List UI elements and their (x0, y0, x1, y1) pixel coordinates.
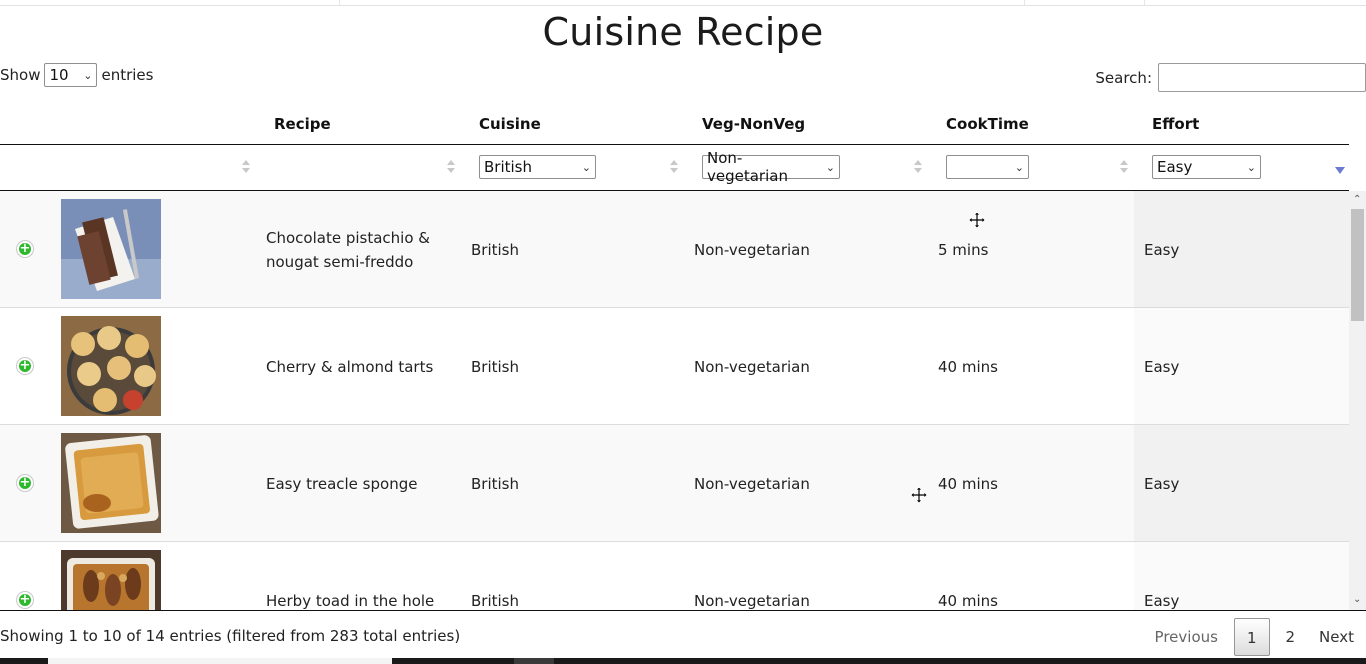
table-bottom-rule (0, 610, 1366, 611)
veg-filter-value: Non-vegetarian (707, 149, 788, 185)
taskbar-strip (0, 658, 1366, 664)
effort-cell: Easy (1144, 592, 1180, 610)
expand-row-icon[interactable]: + (17, 592, 33, 608)
cooktime-cell: 5 mins (938, 241, 989, 259)
cuisine-cell: British (471, 358, 519, 376)
table-row[interactable]: + Herby toad in the hole British Non-veg… (0, 542, 1349, 610)
cooktime-cell: 40 mins (938, 475, 998, 493)
recipe-cell: Easy treacle sponge (266, 475, 418, 493)
effort-cell: Easy (1144, 358, 1180, 376)
veg-cell: Non-vegetarian (694, 358, 810, 376)
entries-label: entries (101, 66, 154, 84)
page-button-1[interactable]: 1 (1233, 618, 1270, 656)
chevron-down-icon: ⌄ (83, 68, 93, 82)
column-header-cuisine[interactable]: Cuisine (479, 115, 541, 133)
tab-segment (0, 0, 340, 5)
chocolate-slice-image (61, 199, 161, 299)
cooktime-cell: 40 mins (938, 358, 998, 376)
table-row[interactable]: + Easy treacle sponge British Non-vegeta… (0, 425, 1349, 542)
veg-filter-select[interactable]: Non-vegetarian ⌄ (702, 149, 840, 185)
column-header-veg[interactable]: Veg-NonVeg (702, 115, 805, 133)
cuisine-filter-select[interactable]: British ⌄ (479, 155, 596, 179)
page-title: Cuisine Recipe (542, 10, 824, 54)
table-header-row: Recipe Cuisine Veg-NonVeg CookTime Effor… (0, 100, 1349, 145)
taskbar-segment (514, 658, 554, 664)
effort-filter-select[interactable]: Easy ⌄ (1152, 155, 1261, 179)
effort-cell: Easy (1144, 241, 1180, 259)
cuisine-cell: British (471, 592, 519, 610)
veg-cell: Non-vegetarian (694, 592, 810, 610)
next-button[interactable]: Next (1307, 617, 1366, 657)
expand-row-icon[interactable]: + (17, 358, 33, 374)
sponge-in-dish-image (61, 433, 161, 533)
chevron-down-icon: ⌄ (825, 160, 835, 174)
previous-button[interactable]: Previous (1143, 617, 1230, 657)
sort-icon[interactable] (242, 158, 250, 176)
veg-cell: Non-vegetarian (694, 475, 810, 493)
show-label: Show (0, 66, 41, 84)
cuisine-filter-value: British (484, 158, 532, 176)
column-header-recipe[interactable]: Recipe (274, 115, 331, 133)
sort-icon[interactable] (670, 158, 678, 176)
sort-desc-icon[interactable] (1335, 167, 1345, 174)
recipe-cell: Cherry & almond tarts (266, 358, 434, 376)
cuisine-cell: British (471, 241, 519, 259)
table-scrollbar[interactable]: ⌃ ⌄ (1349, 191, 1366, 610)
effort-filter-value: Easy (1157, 158, 1193, 176)
cooktime-cell: 40 mins (938, 592, 998, 610)
move-cursor-icon (911, 487, 927, 503)
table-row[interactable]: + Chocolate pistachio & nougat semi-fred… (0, 191, 1349, 308)
toad-in-hole-image (61, 550, 161, 610)
filter-row: British ⌄ Non-vegetarian ⌄ ⌄ Easy ⌄ (0, 145, 1349, 191)
chevron-down-icon: ⌄ (581, 160, 591, 174)
entries-select-value: 10 (49, 66, 69, 84)
page-button-2[interactable]: 2 (1274, 617, 1308, 657)
expand-row-icon[interactable]: + (17, 475, 33, 491)
tarts-on-rack-image (61, 316, 161, 416)
table-info: Showing 1 to 10 of 14 entries (filtered … (0, 627, 461, 645)
taskbar-segment (48, 658, 392, 664)
scrollbar-thumb[interactable] (1351, 209, 1364, 321)
entries-select[interactable]: 10 ⌄ (44, 63, 98, 87)
chevron-down-icon: ⌄ (1014, 160, 1024, 174)
cooktime-filter-select[interactable]: ⌄ (946, 155, 1029, 179)
sort-icon[interactable] (914, 158, 922, 176)
scroll-down-icon[interactable]: ⌄ (1353, 595, 1361, 605)
length-menu: Show 10 ⌄ entries (0, 63, 153, 87)
chevron-down-icon: ⌄ (1246, 160, 1256, 174)
search-box: Search: (1095, 63, 1366, 92)
search-input[interactable] (1158, 63, 1366, 92)
move-cursor-icon (969, 212, 985, 228)
sort-icon[interactable] (1120, 158, 1128, 176)
column-header-effort[interactable]: Effort (1152, 115, 1199, 133)
cuisine-cell: British (471, 475, 519, 493)
search-label: Search: (1095, 68, 1152, 87)
effort-cell: Easy (1144, 475, 1180, 493)
expand-row-icon[interactable]: + (17, 241, 33, 257)
recipe-cell: Herby toad in the hole (266, 592, 435, 610)
recipe-cell: Chocolate pistachio & nougat semi-freddo (266, 229, 430, 271)
table-row[interactable]: + Cherry & almond tarts British Non-vege… (0, 308, 1349, 425)
veg-cell: Non-vegetarian (694, 241, 810, 259)
browser-top-strip (0, 0, 1366, 6)
tab-segment (340, 0, 1025, 5)
sort-icon[interactable] (447, 158, 455, 176)
table-body: + Chocolate pistachio & nougat semi-fred… (0, 191, 1349, 610)
tab-segment (1025, 0, 1145, 5)
pagination: Previous 1 2 Next (1143, 617, 1366, 657)
column-header-cooktime[interactable]: CookTime (946, 115, 1029, 133)
scroll-up-icon[interactable]: ⌃ (1353, 195, 1361, 205)
